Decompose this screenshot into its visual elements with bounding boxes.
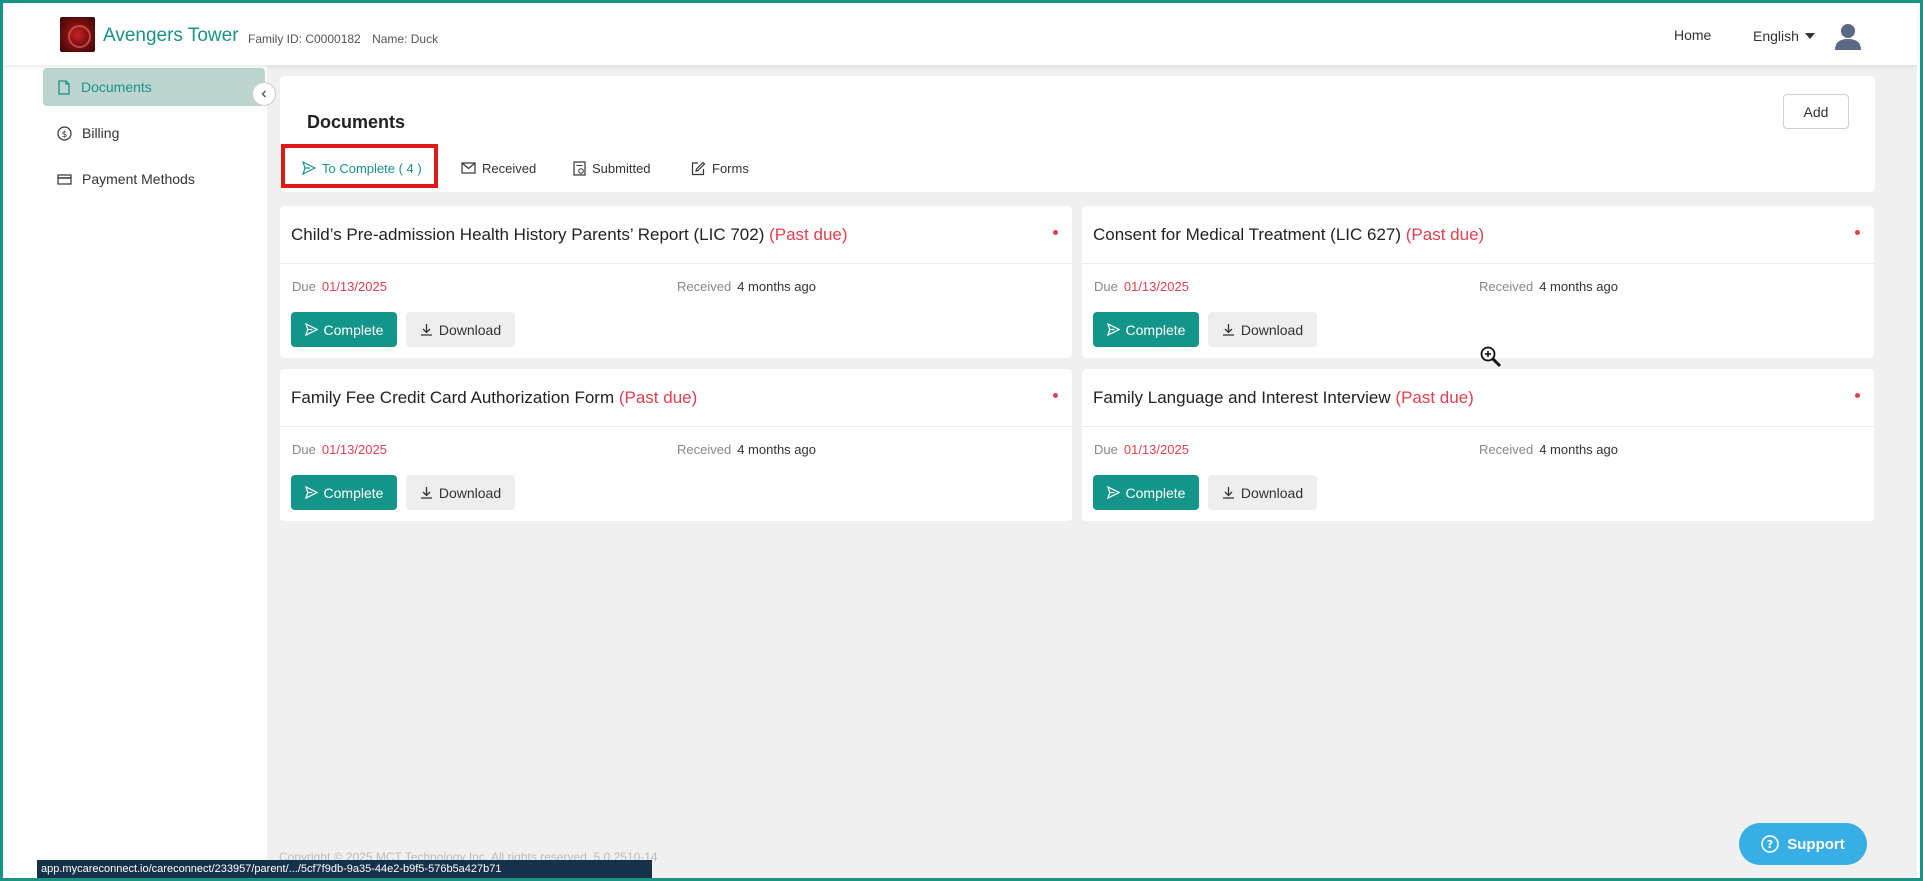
past-due-label: (Past due) <box>769 225 848 244</box>
svg-text:?: ? <box>1767 838 1773 851</box>
family-name: Name: Duck <box>372 32 439 46</box>
download-button[interactable]: Download <box>1208 475 1317 510</box>
complete-button[interactable]: Complete <box>291 312 397 347</box>
tab-submitted[interactable]: Submitted <box>573 148 651 188</box>
download-button[interactable]: Download <box>406 312 515 347</box>
complete-button[interactable]: Complete <box>1093 475 1199 510</box>
due-date: Due 01/13/2025 <box>1094 442 1189 457</box>
send-icon <box>304 323 318 336</box>
download-icon <box>420 487 432 499</box>
card-header: Consent for Medical Treatment (LIC 627) … <box>1082 206 1874 264</box>
complete-button[interactable]: Complete <box>1093 312 1199 347</box>
collapse-sidebar-button[interactable] <box>252 82 276 106</box>
card-title[interactable]: Family Language and Interest Interview (… <box>1093 388 1474 408</box>
documents-header: Documents Add To Complete ( 4 ) Received <box>280 76 1875 192</box>
card-title[interactable]: Child’s Pre-admission Health History Par… <box>291 225 848 245</box>
document-card: Child’s Pre-admission Health History Par… <box>280 206 1072 358</box>
zoom-in-cursor-icon <box>1480 346 1502 368</box>
top-header: Avengers Tower Family ID: C0000182 Name:… <box>3 3 1917 65</box>
caret-down-icon <box>1804 33 1815 39</box>
language-label: English <box>1753 28 1799 44</box>
credit-card-icon <box>57 173 72 185</box>
help-icon: ? <box>1761 835 1780 853</box>
sidebar-item-label: Billing <box>82 125 120 141</box>
received-info: Received 4 months ago <box>1479 279 1618 294</box>
complete-button[interactable]: Complete <box>291 475 397 510</box>
received-info: Received 4 months ago <box>677 279 816 294</box>
tab-bar: To Complete ( 4 ) Received Submitted For… <box>280 144 1875 188</box>
tab-label: Forms <box>712 160 749 176</box>
card-title[interactable]: Consent for Medical Treatment (LIC 627) … <box>1093 225 1484 245</box>
sidebar-item-label: Payment Methods <box>82 171 195 187</box>
status-dot <box>1053 393 1058 398</box>
link-status-bar: app.mycareconnect.io/careconnect/233957/… <box>37 860 652 878</box>
send-icon <box>1106 323 1120 336</box>
tab-received[interactable]: Received <box>461 148 536 188</box>
document-name: Family Fee Credit Card Authorization For… <box>291 388 615 407</box>
tab-label: To Complete ( 4 ) <box>322 160 422 176</box>
card-header: Family Language and Interest Interview (… <box>1082 369 1874 427</box>
download-button[interactable]: Download <box>1208 312 1317 347</box>
sidebar-item-billing[interactable]: $ Billing <box>43 114 265 152</box>
past-due-label: (Past due) <box>1405 225 1485 244</box>
submitted-doc-icon <box>573 160 586 176</box>
support-button[interactable]: ? Support <box>1739 823 1867 865</box>
download-icon <box>1222 324 1234 336</box>
card-header: Family Fee Credit Card Authorization For… <box>280 369 1072 427</box>
support-label: Support <box>1787 835 1845 853</box>
due-date: Due 01/13/2025 <box>292 279 387 294</box>
sidebar-item-label: Documents <box>81 79 152 95</box>
family-meta: Family ID: C0000182 Name: Duck <box>248 32 438 46</box>
sidebar-item-documents[interactable]: Documents <box>43 68 265 106</box>
main-content: Documents Add To Complete ( 4 ) Received <box>267 65 1917 878</box>
brand-logo[interactable] <box>60 17 95 52</box>
tab-label: Received <box>482 160 537 176</box>
page-title: Documents <box>307 112 406 132</box>
chevron-left-icon <box>261 90 266 98</box>
document-card: Consent for Medical Treatment (LIC 627) … <box>1082 206 1874 358</box>
document-card: Family Language and Interest Interview (… <box>1082 369 1874 521</box>
past-due-label: (Past due) <box>1395 388 1474 407</box>
brand-name[interactable]: Avengers Tower <box>103 25 239 47</box>
tab-label: Submitted <box>592 160 651 176</box>
tab-to-complete[interactable]: To Complete ( 4 ) <box>302 148 422 188</box>
card-header: Child’s Pre-admission Health History Par… <box>280 206 1072 264</box>
send-icon <box>1106 486 1120 499</box>
edit-icon <box>691 161 706 175</box>
download-icon <box>420 324 432 336</box>
language-selector[interactable]: English <box>1753 28 1815 44</box>
status-dot <box>1855 393 1860 398</box>
status-dot <box>1855 230 1860 235</box>
send-icon <box>304 486 318 499</box>
download-button[interactable]: Download <box>406 475 515 510</box>
document-name: Consent for Medical Treatment (LIC 627) <box>1093 225 1402 244</box>
envelope-icon <box>461 162 476 174</box>
status-dot <box>1053 230 1058 235</box>
card-title[interactable]: Family Fee Credit Card Authorization For… <box>291 388 697 408</box>
document-card: Family Fee Credit Card Authorization For… <box>280 369 1072 521</box>
document-name: Child’s Pre-admission Health History Par… <box>291 225 765 244</box>
past-due-label: (Past due) <box>618 388 698 407</box>
sidebar-item-payment-methods[interactable]: Payment Methods <box>43 160 265 198</box>
user-avatar-icon[interactable] <box>1833 23 1863 51</box>
add-button[interactable]: Add <box>1783 94 1849 129</box>
received-info: Received 4 months ago <box>1479 442 1618 457</box>
received-info: Received 4 months ago <box>677 442 816 457</box>
download-icon <box>1222 487 1234 499</box>
home-link[interactable]: Home <box>1674 27 1711 43</box>
svg-text:$: $ <box>62 130 68 140</box>
family-id: Family ID: C0000182 <box>248 32 361 46</box>
document-name: Family Language and Interest Interview <box>1093 388 1391 407</box>
due-date: Due 01/13/2025 <box>1094 279 1189 294</box>
due-date: Due 01/13/2025 <box>292 442 387 457</box>
sidebar: Documents $ Billing Payment Methods <box>3 65 267 878</box>
tab-forms[interactable]: Forms <box>691 148 749 188</box>
dollar-icon: $ <box>57 125 72 141</box>
document-icon <box>58 79 70 95</box>
send-icon <box>302 161 316 175</box>
